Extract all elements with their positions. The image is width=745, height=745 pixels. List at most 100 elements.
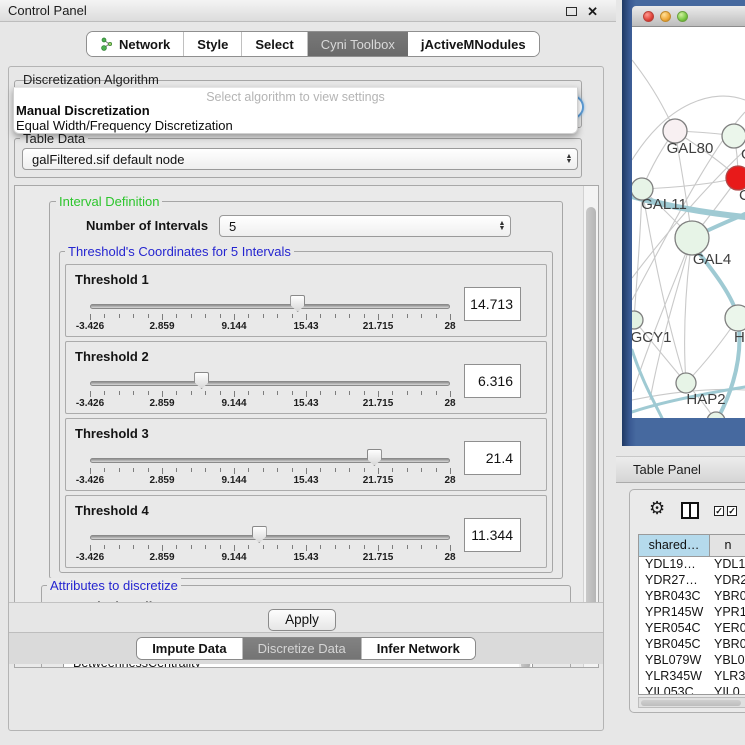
main-scrollbar[interactable] xyxy=(583,186,598,667)
checkbox-icon[interactable]: ✓ xyxy=(727,506,737,516)
slider-tick xyxy=(277,314,278,318)
table-row[interactable]: YBL079WYBL0 xyxy=(639,653,745,669)
slider-tick xyxy=(335,314,336,318)
threshold-1-slider-thumb[interactable] xyxy=(290,295,305,312)
slider-tick-label: -3.426 xyxy=(76,398,104,409)
slider-tick xyxy=(205,468,206,472)
slider-tick xyxy=(133,314,134,318)
column-header-shared-name[interactable]: shared… xyxy=(639,535,710,556)
tab-jactivemnodules[interactable]: jActiveMNodules xyxy=(408,32,539,56)
table-row[interactable]: YDR27…YDR2 xyxy=(639,573,745,589)
algorithm-option-equal-width[interactable]: Equal Width/Frequency Discretization xyxy=(14,118,577,133)
slider-tick xyxy=(421,391,422,395)
close-panel-icon[interactable]: ✕ xyxy=(587,5,598,18)
tab-discretize-data[interactable]: Discretize Data xyxy=(243,638,362,659)
threshold-2-slider[interactable] xyxy=(90,381,450,386)
slider-tick xyxy=(90,314,91,320)
network-view-window: GAL80GCGAL11GAL4HGCY1HAP2 xyxy=(622,0,745,446)
settings-scroll-area: Interval Definition Number of Intervals … xyxy=(14,185,599,668)
network-node-label: GCY1 xyxy=(632,329,671,346)
threshold-3-slider-thumb[interactable] xyxy=(367,449,382,466)
column-header-name[interactable]: n xyxy=(710,535,745,556)
threshold-4-value-field[interactable]: 11.344 xyxy=(464,518,521,552)
close-window-icon[interactable] xyxy=(643,11,654,22)
network-node-node-g[interactable] xyxy=(722,124,745,148)
network-node-node-h[interactable] xyxy=(725,305,745,331)
tab-jactivemnodules-label: jActiveMNodules xyxy=(421,37,526,52)
slider-tick xyxy=(450,314,451,320)
table-rows: YDL19…YDL1YDR27…YDR2YBR043CYBR0YPR145WYP… xyxy=(639,557,745,695)
app-screen: Control Panel ✕ Network Style Select Cyn… xyxy=(0,0,745,745)
table-row[interactable]: YBR045CYBR0 xyxy=(639,637,745,653)
minimize-window-icon[interactable] xyxy=(660,11,671,22)
threshold-1-slider[interactable] xyxy=(90,304,450,309)
table-cell-shared-name: YBL079W xyxy=(639,653,710,669)
table-row[interactable]: YIL053CYIL0 xyxy=(639,685,745,695)
threshold-3-value-field[interactable]: 21.4 xyxy=(464,441,521,475)
tab-cyni-toolbox[interactable]: Cyni Toolbox xyxy=(308,32,408,56)
slider-tick xyxy=(176,545,177,549)
number-of-intervals-combobox[interactable]: 5 ▲▼ xyxy=(219,215,511,237)
table-row[interactable]: YDL19…YDL1 xyxy=(639,557,745,573)
network-node-label: G xyxy=(741,146,745,163)
slider-tick xyxy=(292,468,293,472)
tab-network-label: Network xyxy=(119,37,170,52)
slider-tick-label: 2.859 xyxy=(149,321,174,332)
threshold-4-slider[interactable] xyxy=(90,535,450,540)
split-columns-icon[interactable] xyxy=(681,502,699,519)
slider-tick xyxy=(277,545,278,549)
interval-definition-label: Interval Definition xyxy=(56,194,162,209)
slider-tick-label: -3.426 xyxy=(76,552,104,563)
table-cell-shared-name: YBR045C xyxy=(639,637,710,653)
slider-tick xyxy=(191,391,192,395)
table-row[interactable]: YBR043CYBR0 xyxy=(639,589,745,605)
slider-tick-labels: -3.4262.8599.14415.4321.71528 xyxy=(90,398,450,411)
table-row[interactable]: YLR345WYLR3 xyxy=(639,669,745,685)
slider-tick xyxy=(162,314,163,320)
slider-tick xyxy=(104,468,105,472)
tab-network[interactable]: Network xyxy=(87,32,184,56)
slider-tick xyxy=(248,314,249,318)
bottom-tab-strip: Impute Data Discretize Data Infer Networ… xyxy=(9,632,603,664)
slider-tick xyxy=(90,391,91,397)
threshold-2-slider-thumb[interactable] xyxy=(194,372,209,389)
slider-tick xyxy=(148,468,149,472)
float-panel-icon[interactable] xyxy=(566,7,577,16)
algorithm-option-manual[interactable]: Manual Discretization xyxy=(14,103,577,118)
threshold-1-value-field[interactable]: 14.713 xyxy=(464,287,521,321)
threshold-4-label: Threshold 4 xyxy=(75,503,149,518)
table-data-combobox[interactable]: galFiltered.sif default node ▲▼ xyxy=(22,148,578,170)
slider-tick xyxy=(104,391,105,395)
table-hscrollbar[interactable] xyxy=(638,697,745,708)
threshold-2-value-field[interactable]: 6.316 xyxy=(464,364,521,398)
slider-tick xyxy=(220,545,221,549)
network-node-hap2[interactable] xyxy=(676,373,696,393)
table-cell-shared-name: YBR043C xyxy=(639,589,710,605)
zoom-window-icon[interactable] xyxy=(677,11,688,22)
apply-button[interactable]: Apply xyxy=(268,609,336,631)
tab-infer-network[interactable]: Infer Network xyxy=(362,638,475,659)
tab-impute-data[interactable]: Impute Data xyxy=(137,638,242,659)
network-canvas[interactable]: GAL80GCGAL11GAL4HGCY1HAP2 xyxy=(632,27,745,418)
threshold-4-slider-thumb[interactable] xyxy=(252,526,267,543)
network-window-titlebar[interactable] xyxy=(632,6,745,27)
network-node-gcy1[interactable] xyxy=(632,311,643,329)
network-node-gal4[interactable] xyxy=(675,221,709,255)
table-cell-name: YBR0 xyxy=(710,637,745,653)
table-row[interactable]: YPR145WYPR1 xyxy=(639,605,745,621)
slider-tick xyxy=(248,468,249,472)
table-row[interactable]: YER054CYER0 xyxy=(639,621,745,637)
slider-tick-label: 2.859 xyxy=(149,475,174,486)
slider-tick-label: 28 xyxy=(444,475,455,486)
tab-select[interactable]: Select xyxy=(242,32,307,56)
slider-tick xyxy=(176,314,177,318)
tab-style[interactable]: Style xyxy=(184,32,242,56)
gear-icon[interactable]: ⚙ xyxy=(649,498,665,519)
scrollbar-thumb[interactable] xyxy=(586,207,596,632)
checkbox-icon[interactable]: ✓ xyxy=(714,506,724,516)
table-cell-name: YDL1 xyxy=(710,557,745,573)
scrollbar-thumb[interactable] xyxy=(641,700,741,706)
threshold-3-slider[interactable] xyxy=(90,458,450,463)
slider-tick xyxy=(176,468,177,472)
slider-tick xyxy=(436,314,437,318)
